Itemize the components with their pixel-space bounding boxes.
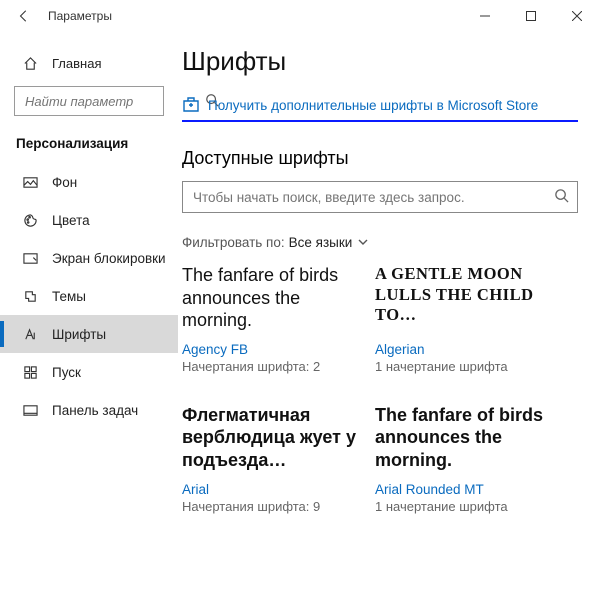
search-icon: [554, 188, 569, 206]
sidebar-home-label: Главная: [52, 56, 101, 71]
close-button[interactable]: [554, 0, 600, 32]
lockscreen-icon: [22, 251, 38, 266]
font-name: Agency FB: [182, 342, 357, 357]
store-link[interactable]: Получить дополнительные шрифты в Microso…: [208, 98, 538, 113]
picture-icon: [22, 175, 38, 190]
sidebar-item-lockscreen[interactable]: Экран блокировки: [0, 239, 178, 277]
sidebar-item-label: Фон: [52, 175, 77, 190]
back-button[interactable]: [4, 0, 44, 32]
font-card[interactable]: The fanfare of birds announces the morni…: [375, 404, 550, 516]
minimize-button[interactable]: [462, 0, 508, 32]
start-icon: [22, 365, 38, 380]
sidebar-search[interactable]: [14, 86, 164, 116]
palette-icon: [22, 213, 38, 228]
fonts-icon: [22, 327, 38, 342]
chevron-down-icon: [352, 235, 368, 250]
font-meta: Начертания шрифта: 2: [182, 359, 357, 376]
sidebar-item-label: Экран блокировки: [52, 251, 166, 266]
main-content: Шрифты Получить дополнительные шрифты в …: [178, 32, 600, 612]
taskbar-icon: [22, 403, 38, 418]
font-search[interactable]: [182, 181, 578, 213]
filter-value: Все языки: [289, 235, 353, 250]
font-sample: The fanfare of birds announces the morni…: [182, 264, 357, 334]
sidebar-item-themes[interactable]: Темы: [0, 277, 178, 315]
sidebar-item-label: Панель задач: [52, 403, 138, 418]
sidebar-category: Персонализация: [0, 128, 178, 163]
font-meta: Начертания шрифта: 9: [182, 499, 357, 516]
sidebar-home[interactable]: Главная: [0, 46, 178, 80]
maximize-button[interactable]: [508, 0, 554, 32]
home-icon: [22, 56, 38, 71]
titlebar: Параметры: [0, 0, 600, 32]
filter-label: Фильтровать по:: [182, 235, 285, 250]
sidebar-item-label: Цвета: [52, 213, 90, 228]
page-title: Шрифты: [182, 46, 578, 77]
font-card[interactable]: Флегматичная верблюдица жует у подъезда……: [182, 404, 357, 516]
font-card[interactable]: The fanfare of birds announces the morni…: [182, 264, 357, 376]
sidebar-item-taskbar[interactable]: Панель задач: [0, 391, 178, 429]
window-title: Параметры: [48, 9, 112, 23]
font-name: Arial Rounded MT: [375, 482, 550, 497]
sidebar-item-background[interactable]: Фон: [0, 163, 178, 201]
font-meta: 1 начертание шрифта: [375, 359, 550, 376]
font-sample: Флегматичная верблюдица жует у подъезда…: [182, 404, 357, 474]
sidebar-item-start[interactable]: Пуск: [0, 353, 178, 391]
font-search-input[interactable]: [191, 189, 554, 206]
filter-row[interactable]: Фильтровать по: Все языки: [182, 235, 578, 250]
sidebar-item-colors[interactable]: Цвета: [0, 201, 178, 239]
available-fonts-title: Доступные шрифты: [182, 148, 578, 169]
sidebar-item-label: Пуск: [52, 365, 81, 380]
themes-icon: [22, 289, 38, 304]
font-card[interactable]: A gentle moon lulls the child to… Algeri…: [375, 264, 550, 376]
sidebar: Главная Персонализация Фон: [0, 32, 178, 612]
font-name: Algerian: [375, 342, 550, 357]
store-icon: [182, 95, 200, 116]
font-name: Arial: [182, 482, 357, 497]
sidebar-item-label: Шрифты: [52, 327, 106, 342]
font-grid: The fanfare of birds announces the morni…: [182, 264, 578, 544]
store-link-underline: [182, 120, 578, 122]
font-sample: The fanfare of birds announces the morni…: [375, 404, 550, 474]
sidebar-item-fonts[interactable]: Шрифты: [0, 315, 178, 353]
font-sample: A gentle moon lulls the child to…: [375, 264, 550, 334]
font-meta: 1 начертание шрифта: [375, 499, 550, 516]
sidebar-item-label: Темы: [52, 289, 86, 304]
